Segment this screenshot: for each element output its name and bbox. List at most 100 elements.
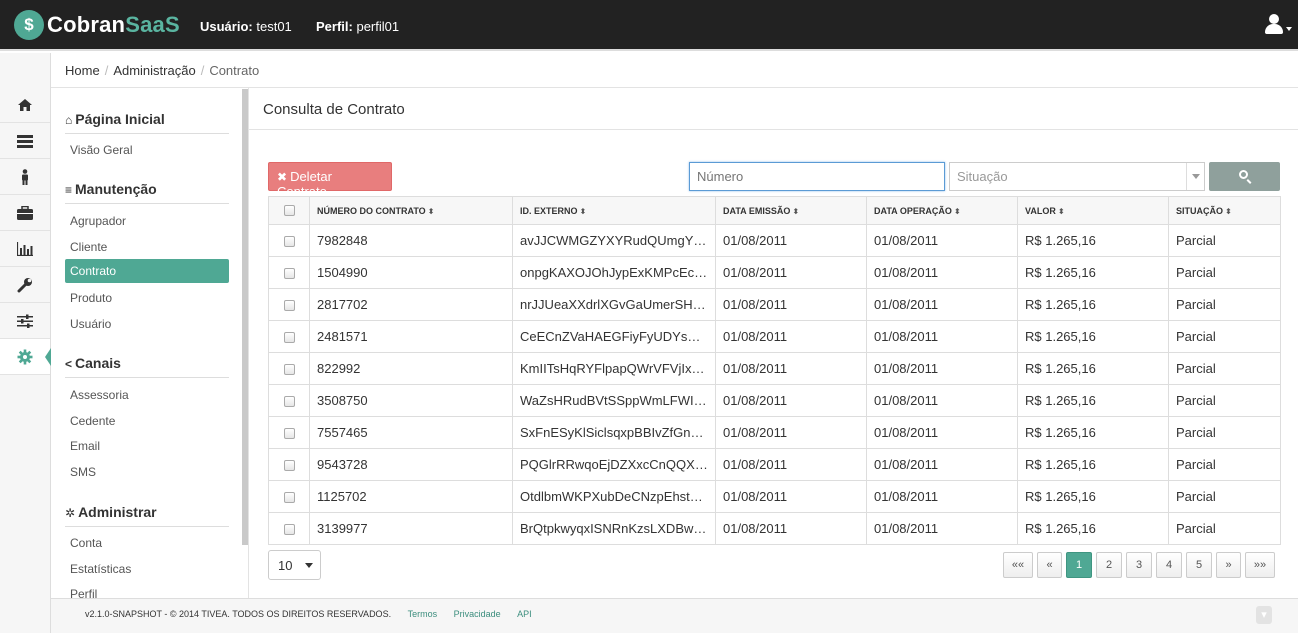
- row-checkbox[interactable]: [283, 460, 295, 472]
- row-checkbox[interactable]: [283, 396, 295, 408]
- row-checkbox[interactable]: [283, 268, 295, 280]
- col-data-operacao[interactable]: DATA OPERAÇÃO ⬍: [866, 196, 1018, 225]
- select-all-checkbox-cell[interactable]: [268, 196, 310, 225]
- pagination-page-1[interactable]: 1: [1066, 552, 1092, 578]
- menu-item-perfil[interactable]: Perfil: [65, 582, 229, 598]
- user-value: test01: [256, 19, 292, 34]
- rail-home-icon[interactable]: [0, 87, 50, 123]
- menu-item-usuario[interactable]: Usuário: [65, 312, 229, 336]
- rail-gear-icon[interactable]: [0, 339, 51, 375]
- sort-icon: ⬍: [427, 206, 435, 216]
- table-row[interactable]: 7557465 SxFnESyKlSiclsqxpBBIvZfGnOrvI... 0…: [268, 416, 1281, 449]
- rail-person-icon[interactable]: [0, 159, 50, 195]
- table-row[interactable]: 9543728 PQGlrRRwqoEjDZXxcCnQQXsXq... 01/08…: [268, 448, 1281, 481]
- col-data-emissao[interactable]: DATA EMISSÃO ⬍: [715, 196, 867, 225]
- row-checkbox[interactable]: [283, 300, 295, 312]
- delete-contract-button[interactable]: ✖ Deletar Contrato: [268, 162, 392, 199]
- cell-situacao: Parcial: [1168, 224, 1281, 257]
- cell-id-externo: KmIITsHqRYFlpapQWrVFVjIxyDQ...: [512, 352, 716, 385]
- cell-data-emissao: 01/08/2011: [715, 480, 867, 513]
- section-pagina-inicial: ⌂ Página Inicial: [65, 111, 229, 134]
- pagination-first[interactable]: ««: [1003, 552, 1033, 578]
- cell-numero: 2481571: [309, 320, 513, 353]
- page-size-select[interactable]: 10: [268, 550, 321, 580]
- database-icon: ≡: [65, 183, 73, 197]
- rail-bar-chart-icon[interactable]: [0, 231, 50, 267]
- pagination-prev[interactable]: «: [1037, 552, 1062, 578]
- table-row[interactable]: 2481571 CeECnZVaHAEGFiyFyUDYsEddg... 01/08…: [268, 320, 1281, 353]
- cell-data-emissao: 01/08/2011: [715, 448, 867, 481]
- cell-data-operacao: 01/08/2011: [866, 320, 1018, 353]
- pagination-page-3[interactable]: 3: [1126, 552, 1152, 578]
- menu-item-email[interactable]: Email: [65, 434, 229, 458]
- menu-item-visao-geral[interactable]: Visão Geral: [65, 138, 229, 162]
- table-header-row: NÚMERO DO CONTRATO ⬍ ID. EXTERNO ⬍ DATA EM…: [268, 196, 1281, 225]
- menu-item-agrupador[interactable]: Agrupador: [65, 209, 229, 233]
- footer-link-api[interactable]: API: [517, 609, 532, 619]
- table-row[interactable]: 2817702 nrJJUeaXXdrlXGvGaUmerSHAa... 01/08…: [268, 288, 1281, 321]
- profile-info: Perfil: perfil01: [316, 19, 400, 34]
- menu-item-assessoria[interactable]: Assessoria: [65, 383, 229, 407]
- menu-item-cedente[interactable]: Cedente: [65, 409, 229, 433]
- table-row[interactable]: 7982848 avJJCWMGZYXYRudQUmgYKvR... 01/08/2…: [268, 224, 1281, 257]
- menu-item-sms[interactable]: SMS: [65, 460, 229, 484]
- table-row[interactable]: 1504990 onpgKAXOJOhJypExKMPcEcLxed... 01/0…: [268, 256, 1281, 289]
- breadcrumb-home[interactable]: Home: [65, 63, 100, 78]
- row-checkbox[interactable]: [283, 364, 295, 376]
- pagination-page-5[interactable]: 5: [1186, 552, 1212, 578]
- cell-data-operacao: 01/08/2011: [866, 416, 1018, 449]
- cell-situacao: Parcial: [1168, 448, 1281, 481]
- select-all-checkbox[interactable]: [283, 205, 295, 217]
- row-checkbox[interactable]: [283, 236, 295, 248]
- table-row[interactable]: 1125702 OtdlbmWKPXubDeCNzpEhstTZn... 01/08…: [268, 480, 1281, 513]
- sidebar-scrollbar[interactable]: [242, 89, 248, 545]
- breadcrumb-admin[interactable]: Administração: [113, 63, 195, 78]
- row-checkbox[interactable]: [283, 524, 295, 536]
- rail-sliders-icon[interactable]: [0, 303, 50, 339]
- rail-server-icon[interactable]: [0, 123, 50, 159]
- cell-data-operacao: 01/08/2011: [866, 256, 1018, 289]
- cell-situacao: Parcial: [1168, 320, 1281, 353]
- menu-item-contrato[interactable]: Contrato: [65, 259, 229, 283]
- pagination-next[interactable]: »: [1216, 552, 1241, 578]
- cell-data-emissao: 01/08/2011: [715, 256, 867, 289]
- col-valor[interactable]: VALOR ⬍: [1017, 196, 1169, 225]
- pagination-page-2[interactable]: 2: [1096, 552, 1122, 578]
- col-situacao[interactable]: SITUAÇÃO ⬍: [1168, 196, 1281, 225]
- search-button[interactable]: [1209, 162, 1280, 191]
- copyright-text: v2.1.0-SNAPSHOT - © 2014 TIVEA. TODOS OS…: [85, 609, 392, 619]
- rail-briefcase-icon[interactable]: [0, 195, 50, 231]
- cell-situacao: Parcial: [1168, 256, 1281, 289]
- brand-logo-link[interactable]: CobranSaaS: [14, 7, 180, 43]
- pagination-last[interactable]: »»: [1245, 552, 1275, 578]
- page-title: Consulta de Contrato: [249, 88, 1298, 130]
- cell-data-operacao: 01/08/2011: [866, 224, 1018, 257]
- numero-search-input[interactable]: [689, 162, 945, 191]
- footer-link-privacidade[interactable]: Privacidade: [454, 609, 501, 619]
- col-id-externo[interactable]: ID. EXTERNO ⬍: [512, 196, 716, 225]
- rail-wrench-icon[interactable]: [0, 267, 50, 303]
- cell-valor: R$ 1.265,16: [1017, 224, 1169, 257]
- cell-situacao: Parcial: [1168, 384, 1281, 417]
- table-row[interactable]: 3508750 WaZsHRudBVtSSppWmLFWIbSE... 01/08/…: [268, 384, 1281, 417]
- menu-item-estatisticas[interactable]: Estatísticas: [65, 557, 229, 581]
- footer-link-termos[interactable]: Termos: [408, 609, 438, 619]
- cell-valor: R$ 1.265,16: [1017, 352, 1169, 385]
- row-checkbox[interactable]: [283, 428, 295, 440]
- icon-rail: [0, 53, 51, 633]
- user-menu-button[interactable]: [1265, 14, 1292, 36]
- share-icon: <: [65, 357, 73, 371]
- table-row[interactable]: 822992 KmIITsHqRYFlpapQWrVFVjIxyDQ... 01/0…: [268, 352, 1281, 385]
- row-checkbox[interactable]: [283, 492, 295, 504]
- col-numero-contrato[interactable]: NÚMERO DO CONTRATO ⬍: [309, 196, 513, 225]
- pagination-page-4[interactable]: 4: [1156, 552, 1182, 578]
- menu-item-produto[interactable]: Produto: [65, 286, 229, 310]
- situacao-select[interactable]: Situação: [949, 162, 1205, 191]
- table-row[interactable]: 3139977 BrQtpkwyqxISNRnKzsLXDBwplo... 01/0…: [268, 512, 1281, 545]
- cell-data-operacao: 01/08/2011: [866, 288, 1018, 321]
- menu-item-cliente[interactable]: Cliente: [65, 235, 229, 259]
- cell-numero: 3508750: [309, 384, 513, 417]
- row-checkbox[interactable]: [283, 332, 295, 344]
- cell-numero: 1504990: [309, 256, 513, 289]
- menu-item-conta[interactable]: Conta: [65, 531, 229, 555]
